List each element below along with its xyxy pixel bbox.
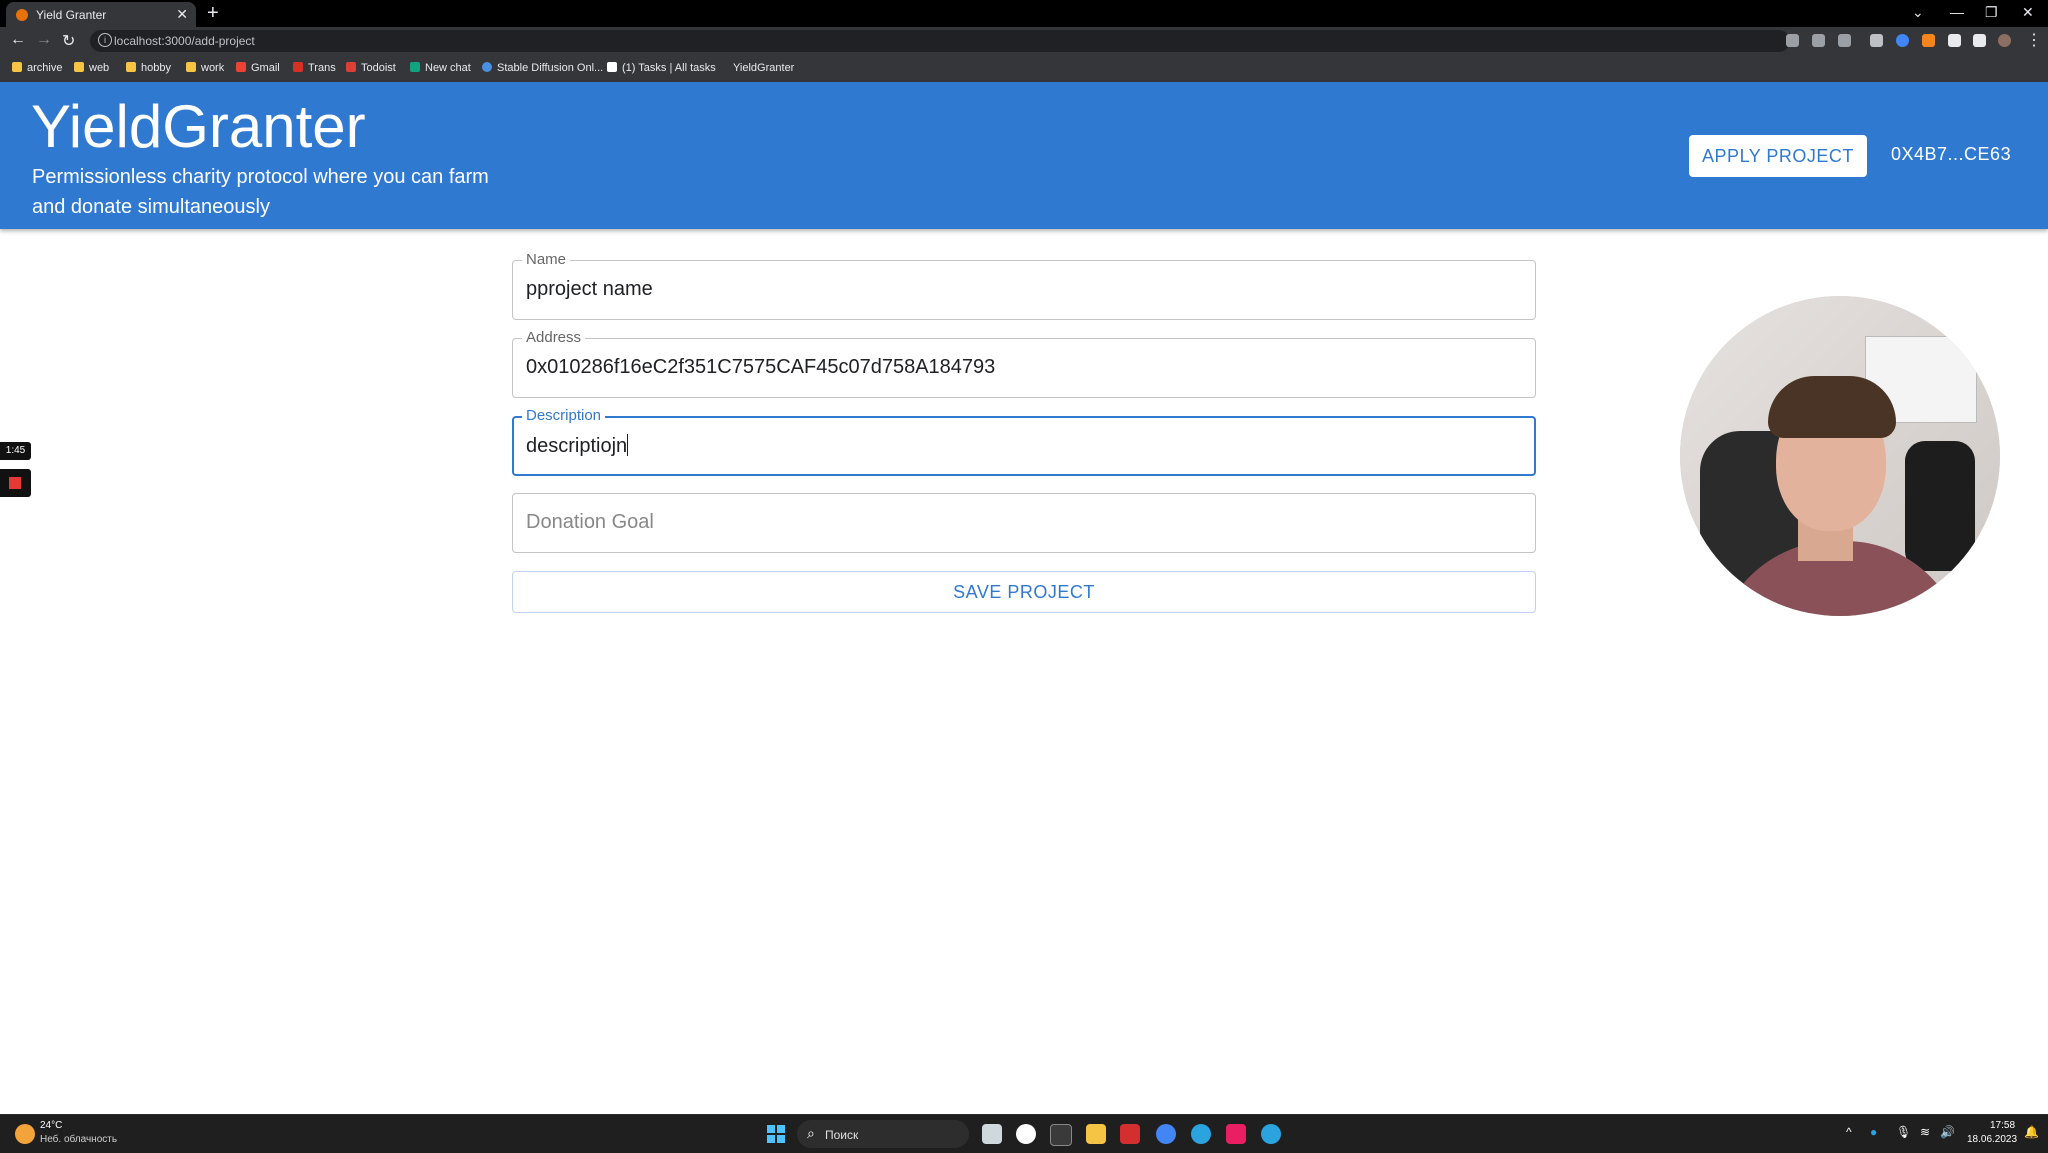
bookmark-item[interactable]: Stable Diffusion Onl... [482, 62, 603, 74]
person-hair [1768, 376, 1896, 438]
tab-close-icon[interactable]: ✕ [176, 6, 188, 23]
shield-extension-icon[interactable] [1870, 34, 1883, 47]
share-icon[interactable] [1812, 34, 1825, 47]
install-app-icon[interactable] [1786, 34, 1799, 47]
stop-recording-button[interactable] [0, 469, 31, 497]
clock-time[interactable]: 17:58 [1990, 1120, 2015, 1131]
bookmarks-bar: archive web hobby work Gmail Trans Todoi… [0, 56, 2048, 83]
bookmark-item[interactable]: archive [12, 62, 62, 74]
app-subtitle: Permissionless charity protocol where yo… [32, 166, 489, 218]
bookmark-star-icon[interactable] [1838, 34, 1851, 47]
description-input[interactable]: descriptiojn [526, 434, 1516, 458]
side-panel-icon[interactable] [1973, 34, 1986, 47]
bookmark-item[interactable]: Trans [293, 62, 336, 74]
taskbar-search[interactable]: ⌕ Поиск [797, 1120, 969, 1148]
forward-button[interactable]: → [36, 31, 52, 49]
bookmark-item[interactable]: New chat [410, 62, 471, 74]
folder-icon [186, 62, 196, 72]
donation-goal-input[interactable] [526, 511, 1516, 534]
chat-icon [410, 62, 420, 72]
bookmark-item[interactable]: web [74, 62, 109, 74]
name-input[interactable] [526, 278, 1516, 301]
todoist-icon [346, 62, 356, 72]
app-title[interactable]: YieldGranter [31, 92, 366, 161]
app-favicon-icon [16, 9, 28, 21]
weather-temperature[interactable]: 24°C [40, 1120, 62, 1131]
wallet-account-button[interactable]: 0X4B7...CE63 [1891, 144, 2011, 165]
minimize-button[interactable]: — [1950, 4, 1964, 20]
app-header: YieldGranter Permissionless charity prot… [0, 82, 2048, 229]
browser-tabstrip: Yield Granter ✕ + ⌄ — ❐ ✕ [0, 0, 2048, 27]
site-info-icon[interactable]: i [98, 33, 112, 47]
folder-icon [126, 62, 136, 72]
weather-icon[interactable] [15, 1124, 35, 1144]
description-label: Description [522, 407, 606, 424]
page-icon [607, 62, 617, 72]
address-bar[interactable]: i localhost:3000/add-project [90, 30, 1790, 52]
chrome-extension-icon[interactable] [1896, 34, 1909, 47]
address-input[interactable] [526, 356, 1516, 379]
notification-bell-icon[interactable]: 🔔 [2024, 1125, 2039, 1139]
telegram-icon[interactable] [1261, 1124, 1281, 1144]
globe-icon [482, 62, 492, 72]
save-project-button[interactable]: SAVE PROJECT [512, 571, 1536, 613]
address-field: Address [512, 329, 1536, 398]
telegram-icon[interactable] [1191, 1124, 1211, 1144]
microphone-icon[interactable]: 🎙 [1896, 1125, 1911, 1139]
bookmark-item[interactable]: work [186, 62, 224, 74]
tab-search-icon[interactable]: ⌄ [1912, 4, 1924, 21]
tab-title: Yield Granter [36, 8, 107, 22]
chair-back-shape [1905, 441, 1975, 571]
address-bar-url: localhost:3000/add-project [114, 34, 255, 48]
tray-telegram-icon[interactable]: ● [1870, 1125, 1877, 1139]
donation-goal-field [512, 493, 1536, 553]
wifi-icon[interactable]: ≋ [1920, 1125, 1930, 1139]
new-tab-button[interactable]: + [207, 2, 219, 25]
browser-toolbar: ← → ↻ i localhost:3000/add-project ⋮ [0, 27, 2048, 56]
reload-button[interactable]: ↻ [62, 31, 75, 51]
folder-icon [12, 62, 22, 72]
description-field: Description descriptiojn [512, 407, 1536, 476]
clock-date[interactable]: 18.06.2023 [1967, 1134, 2017, 1145]
bookmark-item[interactable]: Gmail [236, 62, 280, 74]
weather-description[interactable]: Неб. облачность [40, 1134, 117, 1145]
close-window-button[interactable]: ✕ [2022, 4, 2034, 21]
folder-icon [74, 62, 84, 72]
restore-button[interactable]: ❐ [1985, 4, 1998, 21]
profile-avatar[interactable] [1998, 34, 2011, 47]
app-icon[interactable] [1120, 1124, 1140, 1144]
unreal-engine-icon[interactable] [1016, 1124, 1036, 1144]
file-explorer-icon[interactable] [1086, 1124, 1106, 1144]
volume-icon[interactable]: 🔊 [1940, 1125, 1955, 1139]
tab-yield-granter[interactable]: Yield Granter ✕ [6, 2, 196, 27]
name-label: Name [522, 251, 571, 268]
chrome-icon[interactable] [1156, 1124, 1176, 1144]
recording-timer: 1:45 [0, 442, 31, 460]
taskbar-search-placeholder: Поиск [825, 1128, 859, 1142]
name-field: Name [512, 251, 1536, 320]
translate-icon [293, 62, 303, 72]
back-button[interactable]: ← [10, 31, 26, 49]
address-label: Address [522, 329, 586, 346]
jetbrains-icon[interactable] [1226, 1124, 1246, 1144]
puzzle-extensions-icon[interactable] [1948, 34, 1961, 47]
bookmark-item[interactable]: YieldGranter [733, 62, 794, 74]
task-view-icon[interactable] [982, 1124, 1002, 1144]
bookmark-item[interactable]: (1) Tasks | All tasks [607, 62, 716, 74]
windows-start-icon[interactable] [767, 1125, 785, 1143]
metamask-fox-icon[interactable] [1922, 34, 1935, 47]
webcam-overlay [1680, 296, 2000, 616]
apply-project-button[interactable]: APPLY PROJECT [1689, 135, 1867, 177]
description-value: descriptiojn [526, 435, 628, 457]
tray-chevron-icon[interactable]: ^ [1846, 1125, 1852, 1139]
bookmark-item[interactable]: hobby [126, 62, 171, 74]
chrome-menu-icon[interactable]: ⋮ [2026, 30, 2042, 50]
windows-taskbar: 24°C Неб. облачность ⌕ Поиск ^ ● 🎙 ≋ 🔊 1… [0, 1114, 2048, 1153]
bookmark-item[interactable]: Todoist [346, 62, 396, 74]
gmail-icon [236, 62, 246, 72]
terminal-icon[interactable] [1050, 1124, 1072, 1146]
search-icon: ⌕ [807, 1125, 815, 1141]
text-caret [627, 434, 629, 456]
